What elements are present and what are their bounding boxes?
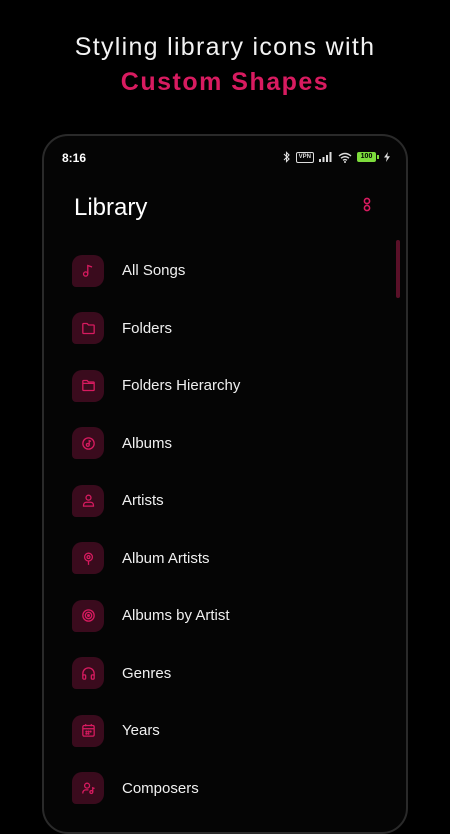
list-item-albums[interactable]: Albums xyxy=(44,415,406,473)
list-item-label: All Songs xyxy=(122,262,186,280)
list-item-folders[interactable]: Folders xyxy=(44,300,406,358)
headphones-icon xyxy=(81,667,95,680)
list-item-all-songs[interactable]: All Songs xyxy=(44,242,406,300)
battery-icon: 100 xyxy=(357,152,379,162)
list-item-label: Folders Hierarchy xyxy=(122,377,241,395)
list-item-album-artists[interactable]: Album Artists xyxy=(44,530,406,588)
list-item-label: Years xyxy=(122,722,160,740)
library-list: All Songs Folders Folders Hierarchy Albu… xyxy=(44,242,406,817)
list-item-label: Artists xyxy=(122,492,164,510)
composers-icon xyxy=(81,782,95,794)
status-bar: 8:16 VPN 100 xyxy=(44,136,406,180)
list-item-label: Albums by Artist xyxy=(122,607,230,625)
signal-icon xyxy=(319,152,332,162)
promo-subtitle: Custom Shapes xyxy=(120,68,330,96)
list-item-label: Composers xyxy=(122,779,199,797)
charging-icon xyxy=(384,152,390,162)
list-item-composers[interactable]: Composers xyxy=(44,760,406,818)
folder-hierarchy-icon xyxy=(81,380,95,392)
list-item-years[interactable]: Years xyxy=(44,702,406,760)
folder-icon xyxy=(81,322,95,334)
page-title: Library xyxy=(74,194,148,221)
disc-icon xyxy=(81,609,95,623)
list-item-folders-hierarchy[interactable]: Folders Hierarchy xyxy=(44,357,406,415)
person-icon xyxy=(82,494,94,508)
music-note-icon xyxy=(82,264,92,278)
list-item-artists[interactable]: Artists xyxy=(44,472,406,530)
phone-frame: 8:16 VPN 100 Library All Songs Folders F… xyxy=(42,134,408,834)
promo-title: Styling library icons with xyxy=(74,33,376,61)
microphone-icon xyxy=(83,552,93,565)
list-item-genres[interactable]: Genres xyxy=(44,645,406,703)
more-options-icon[interactable] xyxy=(362,197,372,215)
album-icon xyxy=(81,436,95,450)
list-item-label: Folders xyxy=(122,319,173,337)
status-icons: VPN 100 xyxy=(283,150,390,164)
calendar-icon xyxy=(81,724,95,738)
bluetooth-icon xyxy=(283,151,290,163)
vpn-badge: VPN xyxy=(295,151,314,163)
list-item-label: Albums xyxy=(122,434,173,452)
status-time: 8:16 xyxy=(62,151,87,165)
list-item-label: Genres xyxy=(122,664,172,682)
list-item-label: Album Artists xyxy=(122,549,210,567)
list-item-albums-by-artist[interactable]: Albums by Artist xyxy=(44,587,406,645)
battery-level: 100 xyxy=(357,152,376,162)
wifi-icon xyxy=(338,152,352,163)
promo-banner: Styling library icons with Custom Shapes xyxy=(0,0,450,130)
